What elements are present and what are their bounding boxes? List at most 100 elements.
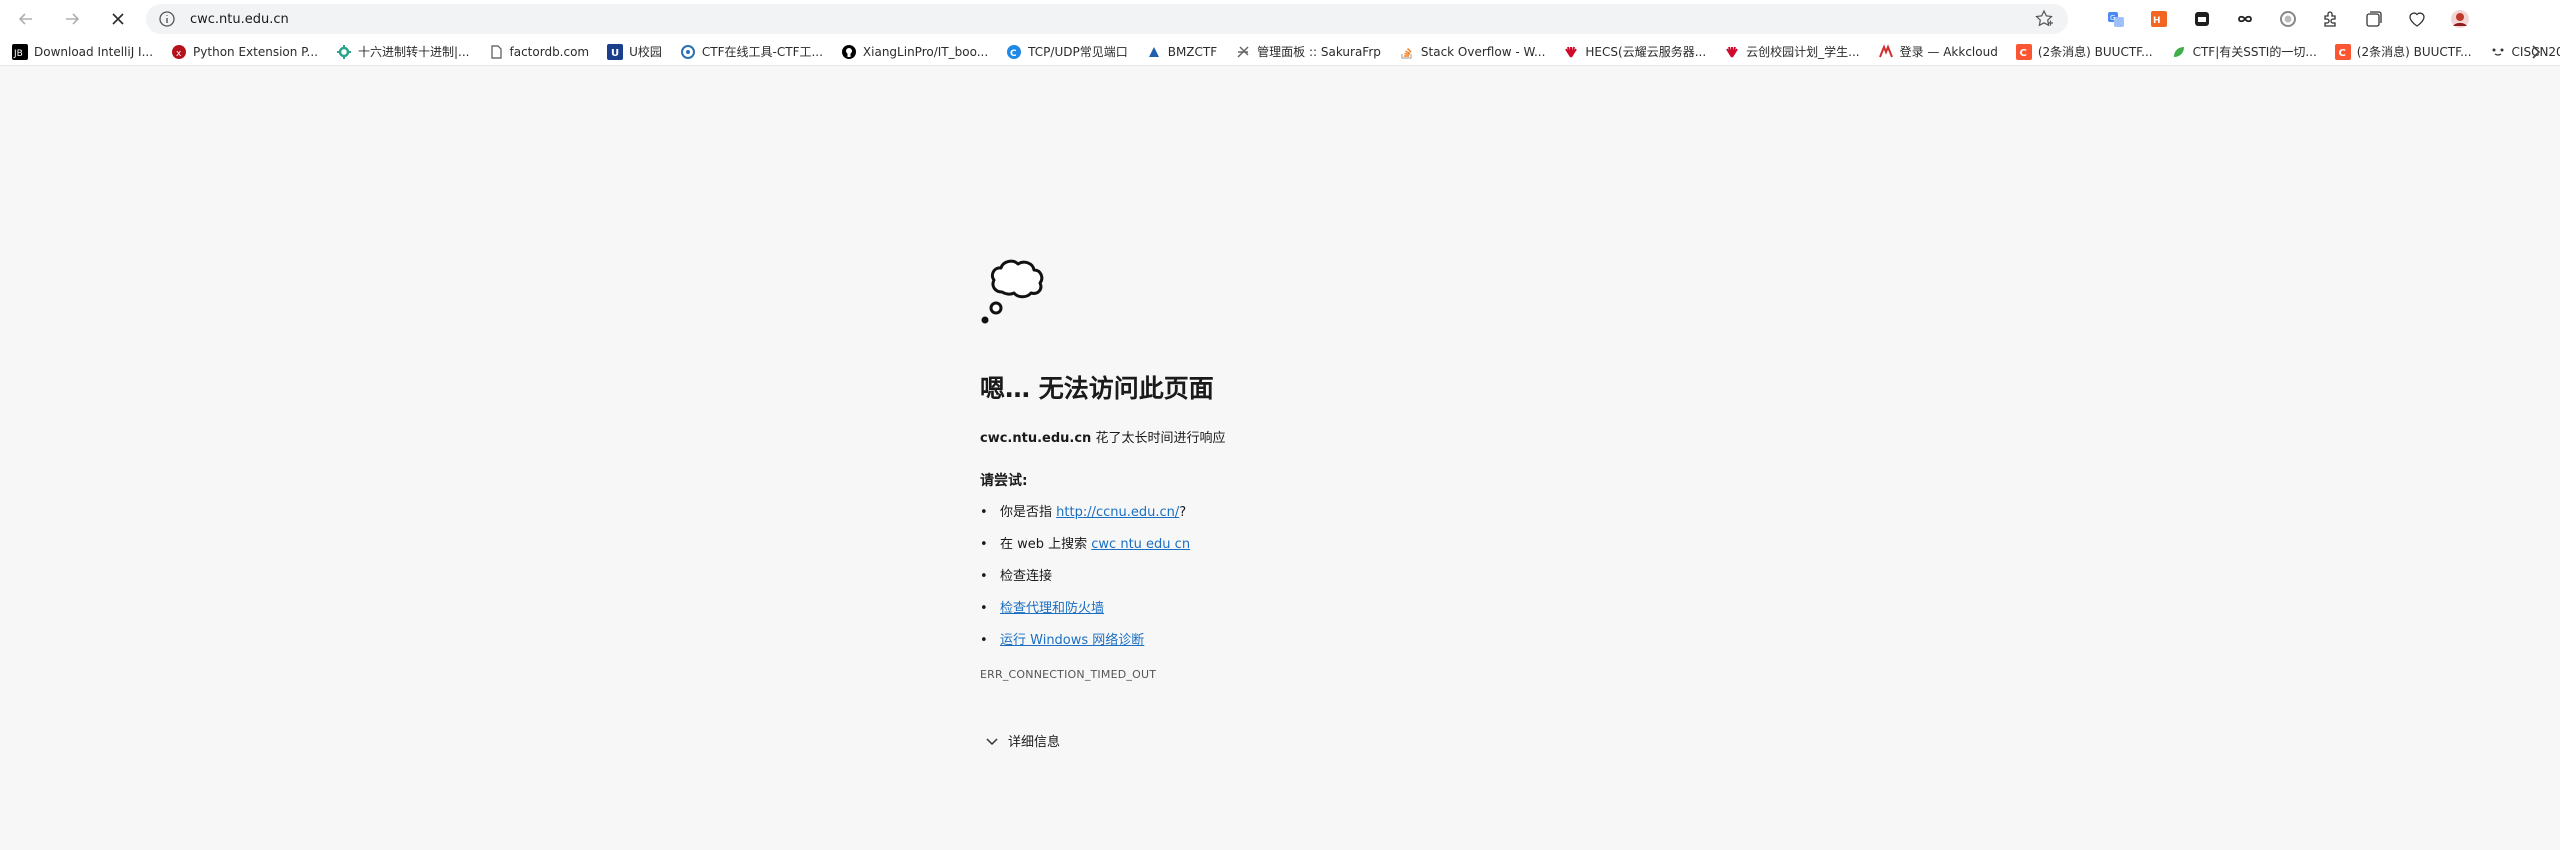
suggestion-list: 你是否指 http://ccnu.edu.cn/? 在 web 上搜索 cwc … — [980, 504, 1780, 664]
circle-icon — [2280, 11, 2296, 27]
bookmark-label: Download IntelliJ I... — [34, 44, 154, 59]
python-ext-icon: x — [171, 44, 187, 60]
close-icon — [112, 13, 124, 25]
collections-icon — [2366, 11, 2382, 27]
bookmark-item[interactable]: 管理面板 :: SakuraFrp — [1235, 40, 1381, 64]
thought-bubble-icon — [981, 259, 1044, 324]
akkcloud-icon — [1878, 43, 1894, 60]
bookmark-item[interactable]: XiangLinPro/IT_boo... — [841, 40, 988, 64]
heart-pulse-icon — [2409, 12, 2425, 27]
bookmark-label: HECS(云耀云服务器... — [1585, 45, 1707, 59]
check-connection-text: 检查连接 — [1000, 569, 1053, 584]
translate-icon: G — [2108, 12, 2124, 27]
svg-text:JB: JB — [13, 49, 23, 59]
ext-circle[interactable] — [2272, 4, 2304, 34]
bmz-icon — [1146, 44, 1162, 60]
ctf-tools-icon — [680, 44, 696, 60]
bookmark-label: factordb.com — [509, 44, 590, 59]
bookmark-label: 管理面板 :: SakuraFrp — [1257, 45, 1381, 59]
bookmark-label: 云创校园计划_学生... — [1746, 45, 1860, 59]
url-text[interactable]: cwc.ntu.edu.cn — [190, 12, 289, 27]
chevron-down-icon — [986, 737, 998, 745]
bookmark-label: U校园 — [629, 45, 662, 59]
profile-avatar[interactable] — [2444, 4, 2476, 34]
bookmark-label: CTF|有关SSTI的一切... — [2192, 45, 2317, 59]
check-proxy-firewall-link[interactable]: 检查代理和防火墙 — [1000, 601, 1104, 616]
favorites-star-icon[interactable] — [2034, 9, 2054, 29]
stop-loading-button[interactable] — [98, 3, 138, 35]
list-item: 你是否指 http://ccnu.edu.cn/? — [980, 504, 1780, 536]
bookmark-label: XiangLinPro/IT_boo... — [862, 44, 989, 59]
svg-text:C: C — [1010, 49, 1017, 59]
svg-text:C: C — [2338, 48, 2345, 59]
leaf-icon — [2171, 44, 2187, 60]
bookmark-item[interactable]: CISCN2021 初赛 W... — [2490, 40, 2560, 64]
puzzle-icon — [2324, 11, 2336, 27]
bookmark-label: Stack Overflow - W... — [1420, 44, 1546, 59]
github-icon — [841, 44, 857, 60]
list-item: 检查代理和防火墙 — [980, 600, 1780, 632]
extensions-area: G H — [2100, 4, 2487, 34]
huawei-icon — [1563, 44, 1579, 60]
ext-dark-square[interactable] — [2186, 4, 2218, 34]
bookmark-label: (2条消息) BUUCTF... — [2037, 45, 2153, 59]
bookmark-label: BMZCTF — [1167, 44, 1218, 59]
web-search-link[interactable]: cwc ntu edu cn — [1091, 537, 1190, 552]
forward-button[interactable] — [52, 3, 92, 35]
bookmark-item[interactable]: 十六进制转十进制|... — [336, 40, 470, 64]
arrow-left-icon — [18, 13, 32, 25]
ext-infinity[interactable] — [2229, 4, 2261, 34]
browser-essentials-button[interactable] — [2401, 4, 2433, 34]
bookmark-item[interactable]: JB Download IntelliJ I... — [12, 40, 153, 64]
bookmark-item[interactable]: Stack Overflow - W... — [1399, 40, 1546, 64]
gear-icon — [336, 44, 352, 60]
csdn-icon: C — [2015, 43, 2032, 60]
list-item: 运行 Windows 网络诊断 — [980, 632, 1780, 664]
ext-orange[interactable]: H — [2143, 4, 2175, 34]
collections-button[interactable] — [2358, 4, 2390, 34]
bookmark-item[interactable]: HECS(云耀云服务器... — [1563, 40, 1706, 64]
try-label: 请尝试: — [980, 473, 1028, 489]
list-item: 在 web 上搜索 cwc ntu edu cn — [980, 536, 1780, 568]
bookmark-item[interactable]: C (2条消息) BUUCTF... — [2334, 40, 2472, 64]
bookmark-item[interactable]: C (2条消息) BUUCTF... — [2015, 40, 2153, 64]
error-host: cwc.ntu.edu.cn — [980, 431, 1092, 446]
bookmark-item[interactable]: 云创校园计划_学生... — [1724, 40, 1860, 64]
details-label: 详细信息 — [1008, 735, 1061, 750]
jetbrains-icon: JB — [12, 43, 28, 60]
u-campus-icon: U — [607, 43, 624, 60]
chevron-right-icon[interactable] — [2526, 42, 2546, 62]
error-description: cwc.ntu.edu.cn 花了太长时间进行响应 — [980, 427, 1780, 446]
ciscn-icon — [2490, 44, 2506, 60]
details-toggle[interactable]: 详细信息 — [980, 731, 1780, 750]
bookmark-label: Python Extension P... — [193, 44, 318, 59]
page-icon — [488, 44, 504, 60]
bookmark-item[interactable]: BMZCTF — [1146, 40, 1217, 64]
error-page: 嗯… 无法访问此页面 cwc.ntu.edu.cn 花了太长时间进行响应 请尝试… — [980, 250, 1780, 750]
extensions-button[interactable] — [2315, 4, 2347, 34]
address-bar[interactable]: cwc.ntu.edu.cn — [146, 4, 2068, 34]
svg-text:x: x — [176, 49, 182, 59]
translate-extension[interactable]: G — [2100, 4, 2132, 34]
c-icon: C — [1006, 44, 1022, 60]
infinity-icon — [2238, 15, 2252, 23]
bookmark-item[interactable]: 登录 — Akkcloud — [1878, 40, 1998, 64]
svg-text:H: H — [2153, 16, 2161, 26]
bookmark-item[interactable]: CTF在线工具-CTF工... — [680, 40, 823, 64]
info-icon[interactable] — [158, 10, 176, 28]
bookmark-item[interactable]: U U校园 — [607, 40, 662, 64]
network-diagnostics-link[interactable]: 运行 Windows 网络诊断 — [1000, 633, 1144, 648]
dark-square-icon — [2195, 12, 2209, 26]
bookmark-label: (2条消息) BUUCTF... — [2356, 45, 2472, 59]
huawei-icon — [1724, 44, 1740, 60]
bookmark-label: TCP/UDP常见端口 — [1028, 45, 1128, 59]
bookmark-item[interactable]: x Python Extension P... — [171, 40, 318, 64]
back-button[interactable] — [6, 3, 46, 35]
error-title: 嗯… 无法访问此页面 — [980, 374, 1214, 403]
bookmark-label: CTF在线工具-CTF工... — [701, 45, 823, 59]
bookmark-item[interactable]: factordb.com — [488, 40, 590, 64]
bookmark-item[interactable]: CTF|有关SSTI的一切... — [2171, 40, 2317, 64]
bookmark-item[interactable]: C TCP/UDP常见端口 — [1006, 40, 1128, 64]
suggested-url-link[interactable]: http://ccnu.edu.cn/ — [1056, 505, 1179, 520]
arrow-right-icon — [66, 13, 80, 25]
